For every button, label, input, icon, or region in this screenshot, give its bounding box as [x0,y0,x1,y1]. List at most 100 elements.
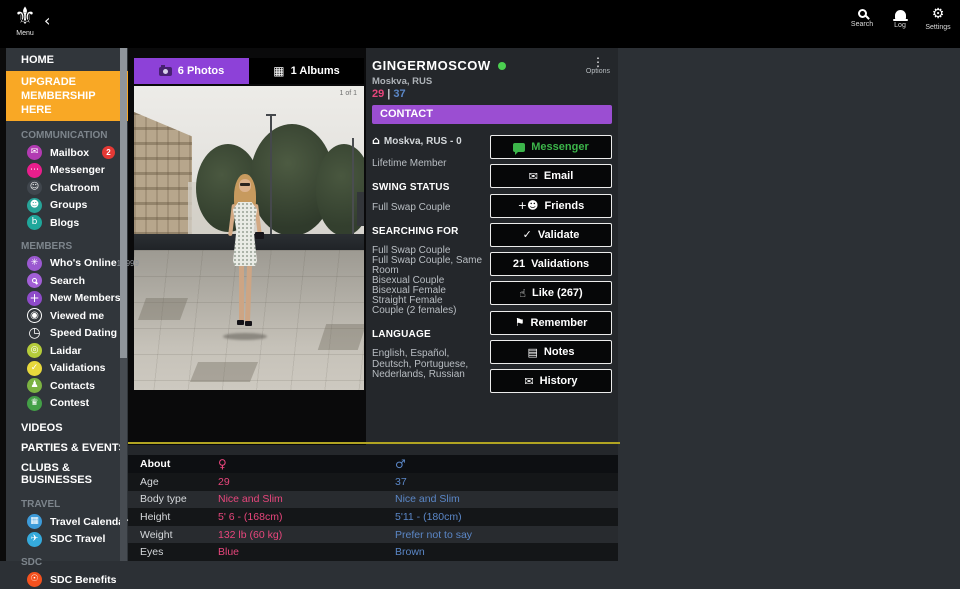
topbar-settings-button[interactable]: ⚙ Settings [922,7,954,31]
sdc-logo-icon: ⚜ [8,2,42,30]
remember-button[interactable]: ⚑ Remember [490,311,612,335]
sidebar-item-contacts[interactable]: ♟ Contacts [6,377,128,395]
sidebar-item-new-members[interactable]: + New Members [6,290,128,308]
menu-label: Menu [8,30,42,37]
blogs-icon: b [27,215,42,230]
table-row-body-type: Body type Nice and Slim Nice and Slim [128,491,618,509]
home-icon: ⌂ [372,134,380,147]
table-row-age: Age 29 37 [128,473,618,491]
sidebar-item-validations[interactable]: ✓ Validations [6,360,128,378]
options-button[interactable]: ⋮ Options [586,56,610,75]
sidebar-scrollbar[interactable] [120,48,127,561]
photo-pole [352,138,354,248]
back-chevron-icon[interactable]: ‹ [44,13,50,29]
sidebar-item-sdc-travel[interactable]: ✈ SDC Travel [6,531,128,549]
location-pin-icon: ◎ [27,343,42,358]
profile-location: Moskva, RUS [372,76,432,87]
check-icon: ✓ [523,229,532,240]
profile-photo[interactable]: 1 of 1 [134,86,364,390]
whos-online-icon: ✳ [27,256,42,271]
sidebar-scrollbar-thumb[interactable] [120,48,127,358]
like-button[interactable]: ☝ Like (267) [490,281,612,305]
envelope-icon: ✉ [529,171,538,182]
sidebar-item-videos[interactable]: VIDEOS [6,418,128,438]
about-table: About ♀ ♂ Age 29 37 Body type Nice and S… [128,455,618,561]
trophy-icon: ♛ [27,396,42,411]
photos-tab-label: 6 Photos [178,65,224,77]
sidebar-item-speed-dating[interactable]: ◷ Speed Dating [6,325,128,343]
chat-bubble-icon [513,143,525,152]
about-title: About [140,458,218,470]
sidebar-item-contest[interactable]: ♛ Contest [6,395,128,413]
validations-count: 21 [513,258,525,270]
languages-value: English, Español, Deutsch, Portuguese, N… [372,349,486,381]
add-friend-icon: +☻ [518,200,539,211]
log-label: Log [894,22,906,29]
table-row-weight: Weight 132 lb (60 kg) Prefer not to say [128,526,618,544]
sidebar-item-groups[interactable]: ☻ Groups [6,197,128,215]
mailbox-icon: ✉ [27,145,42,160]
membership-level: Lifetime Member [372,158,486,169]
search-icon [858,9,867,18]
sidebar-item-blogs[interactable]: b Blogs [6,214,128,232]
camera-icon [159,67,172,76]
sidebar-item-travel-calendar[interactable]: ▦ Travel Calendar [6,513,128,531]
new-members-icon: + [27,291,42,306]
topbar-log-button[interactable]: Log [884,7,916,31]
sidebar-item-viewed-me[interactable]: ◉ Viewed me [6,307,128,325]
sidebar-item-mailbox[interactable]: ✉ Mailbox 2 [6,144,128,162]
friends-button[interactable]: +☻ Friends [490,194,612,218]
sidebar-item-laidar[interactable]: ◎ Laidar [6,342,128,360]
sidebar-item-sdc-benefits[interactable]: ☉ SDC Benefits [6,571,128,589]
sidebar-item-clubs-businesses[interactable]: CLUBS & BUSINESSES [6,458,128,490]
searching-item: Couple (2 females) [372,306,486,316]
search-label: Search [851,21,873,28]
photo-column: 6 Photos ▦ 1 Albums [128,48,366,445]
about-table-header: About ♀ ♂ [128,455,618,473]
section-divider [128,442,620,444]
sidebar-item-search[interactable]: Search [6,272,128,290]
albums-grid-icon: ▦ [273,65,284,77]
member-search-icon [27,273,42,288]
sidebar-item-home[interactable]: HOME [6,48,128,71]
contact-section-header: CONTACT [372,105,612,124]
albums-tab-label: 1 Albums [291,65,340,77]
email-button[interactable]: ✉ Email [490,164,612,188]
swing-status-value: Full Swap Couple [372,202,486,213]
check-icon: ✓ [27,361,42,376]
bookmark-icon: ⚑ [515,317,525,328]
topbar-search-button[interactable]: Search [846,7,878,31]
home-location-row: ⌂Moskva, RUS - 0 [372,134,486,147]
app-logo-menu-button[interactable]: ⚜ Menu [8,2,42,37]
searching-for-header: SEARCHING FOR [372,226,486,237]
thumbs-up-icon: ☝ [519,288,526,299]
photo-counter: 1 of 1 [339,90,357,97]
tab-albums[interactable]: ▦ 1 Albums [249,58,364,84]
sidebar-item-messenger[interactable]: ⋯ Messenger [6,162,128,180]
sidebar-item-whos-online[interactable]: ✳ Who's Online 18999 [6,255,128,273]
tab-photos[interactable]: 6 Photos [134,58,249,84]
table-row-height: Height 5' 6 - (168cm) 5'11 - (180cm) [128,508,618,526]
male-icon: ♂ [395,457,618,471]
sidebar-item-parties-events[interactable]: PARTIES & EVENTS [6,438,128,458]
validate-button[interactable]: ✓ Validate [490,223,612,247]
sidebar-section-members: MEMBERS [21,241,128,252]
language-header: LANGUAGE [372,329,486,340]
main-content: 6 Photos ▦ 1 Albums [128,48,960,561]
upgrade-membership-banner[interactable]: UPGRADE MEMBERSHIP HERE [6,71,128,121]
searching-for-list: Full Swap Couple Full Swap Couple, Same … [372,246,486,316]
history-button[interactable]: ✉ History [490,369,612,393]
profile-details: ⌂Moskva, RUS - 0 Lifetime Member SWING S… [372,134,486,381]
bell-icon [895,10,906,19]
sidebar-section-communication: COMMUNICATION [21,130,128,141]
notes-button[interactable]: ▤ Notes [490,340,612,364]
validations-button[interactable]: 21 Validations [490,252,612,276]
info-column: GINGERMOSCOW Moskva, RUS 29|37 ⋮ Options… [366,48,618,445]
swing-status-header: SWING STATUS [372,182,486,193]
chatroom-icon: ☺ [27,180,42,195]
online-status-dot [498,62,506,70]
username: GINGERMOSCOW [372,58,506,73]
mailbox-unread-badge: 2 [102,146,115,159]
sidebar-item-chatroom[interactable]: ☺ Chatroom [6,179,128,197]
messenger-button[interactable]: Messenger [490,135,612,159]
